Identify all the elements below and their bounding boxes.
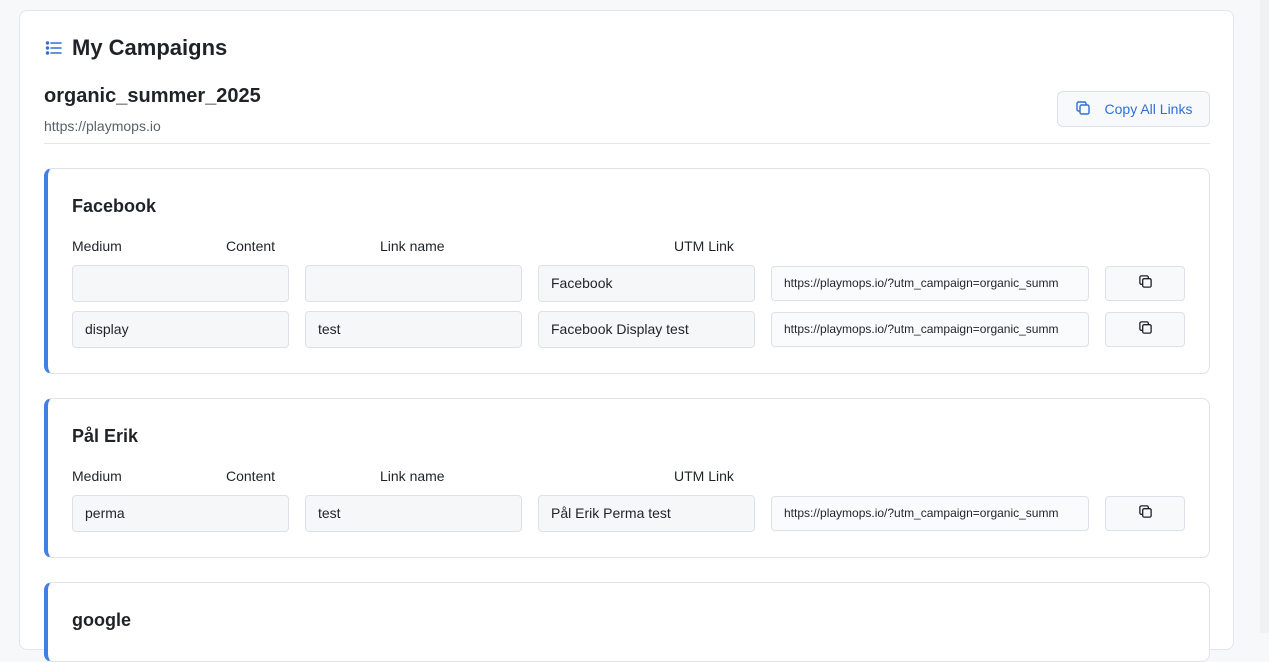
copy-icon (1138, 274, 1153, 294)
utm-link-field[interactable]: https://playmops.io/?utm_campaign=organi… (771, 496, 1089, 531)
divider (44, 143, 1210, 144)
medium-field[interactable]: perma (72, 495, 289, 532)
campaigns-panel: My Campaigns organic_summer_2025 https:/… (19, 10, 1234, 662)
content-field[interactable]: test (305, 311, 522, 348)
medium-field[interactable]: display (72, 311, 289, 348)
channel-title: google (72, 610, 131, 630)
utm-link-field[interactable]: https://playmops.io/?utm_campaign=organi… (771, 266, 1089, 301)
page-scrollbar[interactable] (1260, 0, 1269, 633)
column-header-utm-link: UTM Link (674, 468, 734, 484)
column-header-medium: Medium (72, 238, 122, 254)
copy-icon (1075, 100, 1091, 119)
copy-all-links-button[interactable]: Copy All Links (1057, 91, 1210, 127)
medium-field[interactable] (72, 265, 289, 302)
column-header-link-name: Link name (380, 468, 445, 484)
column-header-link-name: Link name (380, 238, 445, 254)
copy-link-button[interactable] (1105, 312, 1185, 347)
page-title: My Campaigns (72, 35, 228, 60)
utm-link-field[interactable]: https://playmops.io/?utm_campaign=organi… (771, 312, 1089, 347)
content-field[interactable]: test (305, 495, 522, 532)
channel-title: Pål Erik (72, 426, 139, 446)
content-field[interactable] (305, 265, 522, 302)
column-header-utm-link: UTM Link (674, 238, 734, 254)
channel-title: Facebook (72, 196, 157, 216)
link-name-field[interactable]: Facebook (538, 265, 755, 302)
campaign-name: organic_summer_2025 (44, 85, 261, 107)
link-name-field[interactable]: Pål Erik Perma test (538, 495, 755, 532)
campaign-url: https://playmops.io (44, 118, 161, 134)
column-header-medium: Medium (72, 468, 122, 484)
channel-group-google: google (44, 582, 1210, 662)
copy-link-button[interactable] (1105, 266, 1185, 301)
column-header-content: Content (226, 468, 276, 484)
channel-group-facebook: Facebook Medium Content Link name UTM Li… (44, 168, 1210, 374)
panel-header: My Campaigns (45, 35, 227, 61)
copy-link-button[interactable] (1105, 496, 1185, 531)
column-header-content: Content (226, 238, 276, 254)
channel-group-pal-erik: Pål Erik Medium Content Link name UTM Li… (44, 398, 1210, 558)
copy-icon (1138, 504, 1153, 524)
copy-all-links-label: Copy All Links (1104, 101, 1193, 117)
copy-icon (1138, 320, 1153, 340)
link-name-field[interactable]: Facebook Display test (538, 311, 755, 348)
list-icon (45, 39, 63, 57)
